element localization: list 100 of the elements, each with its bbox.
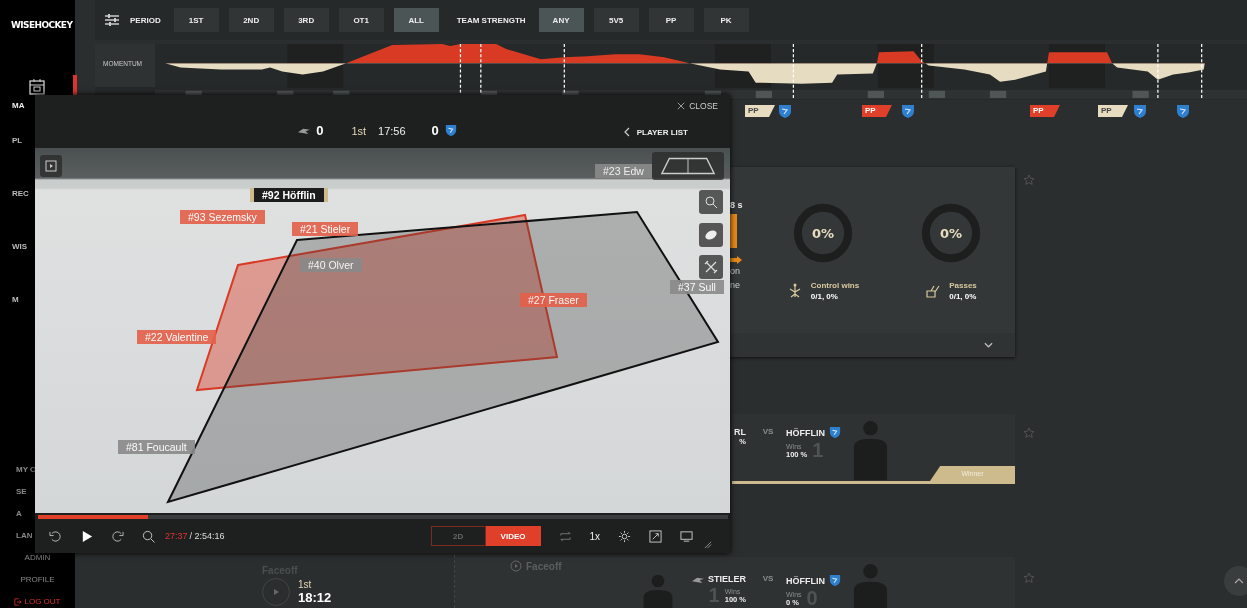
home-score: 0 bbox=[316, 123, 324, 138]
goal-shield-icon[interactable] bbox=[778, 104, 792, 119]
puck-button[interactable] bbox=[699, 223, 723, 247]
stat-text: 8 s bbox=[730, 200, 744, 210]
search-icon[interactable] bbox=[142, 529, 155, 543]
nav-item[interactable]: PROFILE bbox=[20, 576, 55, 584]
strength-button[interactable]: PP bbox=[648, 8, 694, 32]
versus-text: VS bbox=[761, 573, 775, 583]
nav-item[interactable]: MA bbox=[12, 101, 25, 110]
nav-item[interactable]: SE bbox=[16, 488, 27, 496]
forward-icon[interactable] bbox=[111, 529, 124, 543]
monitor-icon[interactable] bbox=[680, 529, 694, 543]
filter-label: PERIOD bbox=[130, 15, 161, 25]
away-score: 0 bbox=[431, 123, 439, 138]
stat-text: on bbox=[730, 265, 741, 278]
goal-marker-line bbox=[1157, 44, 1159, 100]
team-shield-icon bbox=[444, 124, 457, 137]
nav-item[interactable]: WIS bbox=[12, 242, 28, 251]
versus-text: VS bbox=[761, 426, 775, 436]
team-shield-icon bbox=[829, 426, 841, 439]
power-play-tag[interactable]: PP bbox=[862, 105, 892, 117]
star-icon[interactable] bbox=[1023, 174, 1035, 186]
goal-marker-line bbox=[921, 44, 923, 100]
logout-link[interactable]: LOG OUT bbox=[14, 598, 61, 606]
event-time: 18:12 bbox=[298, 590, 332, 605]
resize-grip-icon[interactable] bbox=[703, 540, 713, 549]
stat-label: Passes bbox=[949, 281, 977, 290]
playback-speed[interactable]: 1x bbox=[589, 530, 601, 542]
play-square-icon bbox=[45, 160, 57, 172]
view-mode-tab[interactable]: VIDEO bbox=[485, 526, 541, 546]
player-tag[interactable]: #92 Höfflin bbox=[250, 188, 328, 202]
filter-label: TEAM STRENGTH bbox=[456, 15, 526, 25]
stat-label: Control wins bbox=[810, 281, 860, 290]
power-play-tag[interactable]: PP bbox=[745, 105, 775, 117]
donut-meter bbox=[791, 201, 855, 265]
player-name: RL bbox=[734, 427, 746, 437]
close-icon bbox=[677, 102, 686, 110]
period-button[interactable]: OT1 bbox=[338, 8, 384, 32]
player-name: HÖFFLIN bbox=[786, 575, 825, 586]
player-name: HÖFFLIN bbox=[786, 427, 825, 438]
power-play-tag[interactable]: PP bbox=[1098, 105, 1128, 117]
arrow-icon bbox=[730, 256, 742, 264]
settings-icon[interactable] bbox=[618, 529, 632, 543]
zoom-button[interactable] bbox=[699, 190, 723, 214]
chevron-left-icon bbox=[623, 127, 630, 137]
goal-shield-icon[interactable] bbox=[1133, 104, 1147, 119]
goal-shield-icon[interactable] bbox=[1176, 104, 1190, 119]
nav-item[interactable]: ADMIN bbox=[24, 554, 51, 562]
total-duration: / 2:54:16 bbox=[189, 531, 225, 541]
player-name: STIELER bbox=[708, 574, 746, 584]
logo[interactable]: WISEHOCKEY bbox=[0, 0, 75, 58]
nav-item[interactable]: LAN bbox=[16, 532, 33, 540]
tools-icon bbox=[704, 260, 718, 274]
goal-marker-line bbox=[1201, 44, 1203, 100]
star-icon[interactable] bbox=[1023, 572, 1035, 584]
team-logo-icon bbox=[692, 575, 704, 583]
nav-item[interactable]: REC bbox=[12, 189, 29, 198]
period-button[interactable]: 1ST bbox=[173, 8, 219, 32]
fullscreen-icon[interactable] bbox=[649, 529, 663, 543]
game-period: 1st bbox=[351, 124, 367, 137]
play-icon[interactable] bbox=[80, 529, 93, 543]
stat-value: 0/1, 0% bbox=[949, 292, 977, 301]
rewind-icon[interactable] bbox=[49, 529, 62, 543]
video-toggle-button[interactable] bbox=[40, 155, 62, 177]
nav-item[interactable]: PL bbox=[12, 136, 23, 145]
play-circle-icon bbox=[510, 560, 522, 572]
play-icon bbox=[271, 587, 281, 597]
percent-value: 0% bbox=[939, 225, 963, 241]
goal-shield-icon[interactable] bbox=[901, 104, 915, 119]
strength-button[interactable]: 5V5 bbox=[593, 8, 639, 32]
repeat-icon[interactable] bbox=[558, 529, 572, 543]
period-button[interactable]: ALL bbox=[393, 8, 439, 32]
event-period: 1st bbox=[298, 579, 313, 590]
power-play-tag[interactable]: PP bbox=[1030, 105, 1060, 117]
rink-map-button[interactable] bbox=[652, 152, 724, 180]
tools-button[interactable] bbox=[699, 255, 723, 279]
strength-button[interactable]: PK bbox=[703, 8, 749, 32]
period-button[interactable]: 3RD bbox=[283, 8, 329, 32]
elapsed-time: 27:37 bbox=[165, 531, 188, 541]
nav-item[interactable]: MY C bbox=[16, 466, 36, 474]
chevron-up-icon bbox=[1233, 578, 1244, 584]
percent-value: 0% bbox=[811, 225, 835, 241]
strength-button[interactable]: ANY bbox=[538, 8, 584, 32]
stat-value: 0/1, 0% bbox=[810, 292, 839, 301]
nav-item[interactable]: M bbox=[12, 295, 19, 304]
nav-item[interactable]: A bbox=[16, 510, 22, 518]
sliders-icon[interactable] bbox=[104, 13, 120, 27]
stat-text: ne bbox=[730, 279, 741, 292]
puck-icon bbox=[704, 228, 718, 242]
chevron-down-icon[interactable] bbox=[984, 342, 993, 348]
game-clock: 17:56 bbox=[378, 124, 406, 137]
close-button[interactable]: CLOSE bbox=[675, 99, 720, 113]
rink-icon bbox=[660, 156, 716, 176]
calendar-icon[interactable] bbox=[28, 78, 46, 96]
logout-icon bbox=[14, 598, 23, 606]
goal-marker-line bbox=[792, 44, 794, 100]
player-list-button[interactable]: PLAYER LIST bbox=[621, 125, 690, 139]
team-shield-icon bbox=[829, 574, 841, 587]
period-button[interactable]: 2ND bbox=[228, 8, 274, 32]
star-icon[interactable] bbox=[1023, 427, 1035, 439]
